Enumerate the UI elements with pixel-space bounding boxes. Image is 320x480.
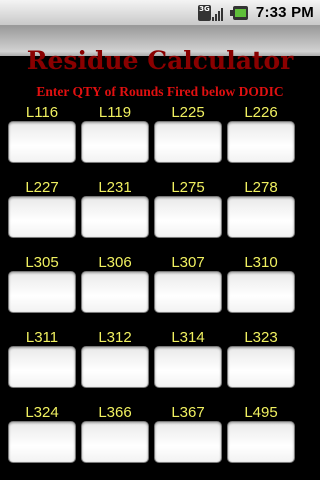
qty-input-l495[interactable] — [227, 421, 295, 463]
dodic-cell-l306: L306 — [80, 253, 150, 328]
dodic-cell-l227: L227 — [7, 178, 77, 253]
qty-input-l226[interactable] — [227, 121, 295, 163]
qty-input-l312[interactable] — [81, 346, 149, 388]
dodic-cell-l119: L119 — [80, 103, 150, 178]
status-icons: 3G 7:33 PM — [197, 0, 314, 25]
dodic-cell-l116: L116 — [7, 103, 77, 178]
dodic-label: L226 — [244, 104, 278, 121]
qty-input-l278[interactable] — [227, 196, 295, 238]
dodic-label: L312 — [98, 329, 132, 346]
dodic-label: L275 — [171, 179, 205, 196]
qty-input-l311[interactable] — [8, 346, 76, 388]
dodic-label: L323 — [244, 329, 278, 346]
signal-icon: 3G — [197, 4, 224, 22]
dodic-label: L306 — [98, 254, 132, 271]
qty-input-l231[interactable] — [81, 196, 149, 238]
dodic-cell-l311: L311 — [7, 328, 77, 403]
dodic-label: L311 — [25, 329, 59, 346]
battery-icon — [229, 5, 250, 20]
dodic-label: L366 — [98, 404, 132, 421]
qty-input-l310[interactable] — [227, 271, 295, 313]
qty-input-l119[interactable] — [81, 121, 149, 163]
qty-input-l314[interactable] — [154, 346, 222, 388]
dodic-cell-l275: L275 — [153, 178, 223, 253]
dodic-cell-l314: L314 — [153, 328, 223, 403]
dodic-label: L225 — [171, 104, 205, 121]
instructions-text: Enter QTY of Rounds Fired below DODIC — [36, 84, 284, 99]
dodic-cell-l305: L305 — [7, 253, 77, 328]
dodic-cell-l324: L324 — [7, 403, 77, 478]
clock: 7:33 PM — [255, 4, 314, 21]
qty-input-l306[interactable] — [81, 271, 149, 313]
dodic-label: L324 — [25, 404, 59, 421]
qty-input-l307[interactable] — [154, 271, 222, 313]
dodic-label: L307 — [171, 254, 205, 271]
dodic-cell-l367: L367 — [153, 403, 223, 478]
dodic-cell-l307: L307 — [153, 253, 223, 328]
dodic-label: L314 — [171, 329, 205, 346]
dodic-cell-l312: L312 — [80, 328, 150, 403]
dodic-cell-l310: L310 — [226, 253, 296, 328]
qty-input-l324[interactable] — [8, 421, 76, 463]
qty-input-l275[interactable] — [154, 196, 222, 238]
dodic-cell-l226: L226 — [226, 103, 296, 178]
dodic-label: L231 — [98, 179, 132, 196]
dodic-label: L305 — [25, 254, 59, 271]
dodic-label: L495 — [244, 404, 278, 421]
dodic-label: L116 — [25, 104, 59, 121]
network-type-icon: 3G — [197, 4, 211, 21]
qty-input-l225[interactable] — [154, 121, 222, 163]
dodic-cell-l495: L495 — [226, 403, 296, 478]
qty-input-l323[interactable] — [227, 346, 295, 388]
qty-input-l116[interactable] — [8, 121, 76, 163]
dodic-cell-l278: L278 — [226, 178, 296, 253]
dodic-cell-l323: L323 — [226, 328, 296, 403]
app-title: Residue Calculator — [26, 46, 294, 70]
dodic-label: L119 — [98, 104, 132, 121]
status-bar: 3G 7:33 PM — [0, 0, 320, 26]
qty-input-l305[interactable] — [8, 271, 76, 313]
dodic-cell-l231: L231 — [80, 178, 150, 253]
qty-input-l366[interactable] — [81, 421, 149, 463]
dodic-cell-l225: L225 — [153, 103, 223, 178]
qty-input-l227[interactable] — [8, 196, 76, 238]
dodic-label: L278 — [244, 179, 278, 196]
dodic-label: L227 — [25, 179, 59, 196]
dodic-label: L367 — [171, 404, 205, 421]
dodic-label: L310 — [244, 254, 278, 271]
dodic-cell-l366: L366 — [80, 403, 150, 478]
qty-input-l367[interactable] — [154, 421, 222, 463]
dodic-grid: L116 L119 L225 L226 L227 L231 L275 L278 L305 L306… — [7, 103, 297, 478]
